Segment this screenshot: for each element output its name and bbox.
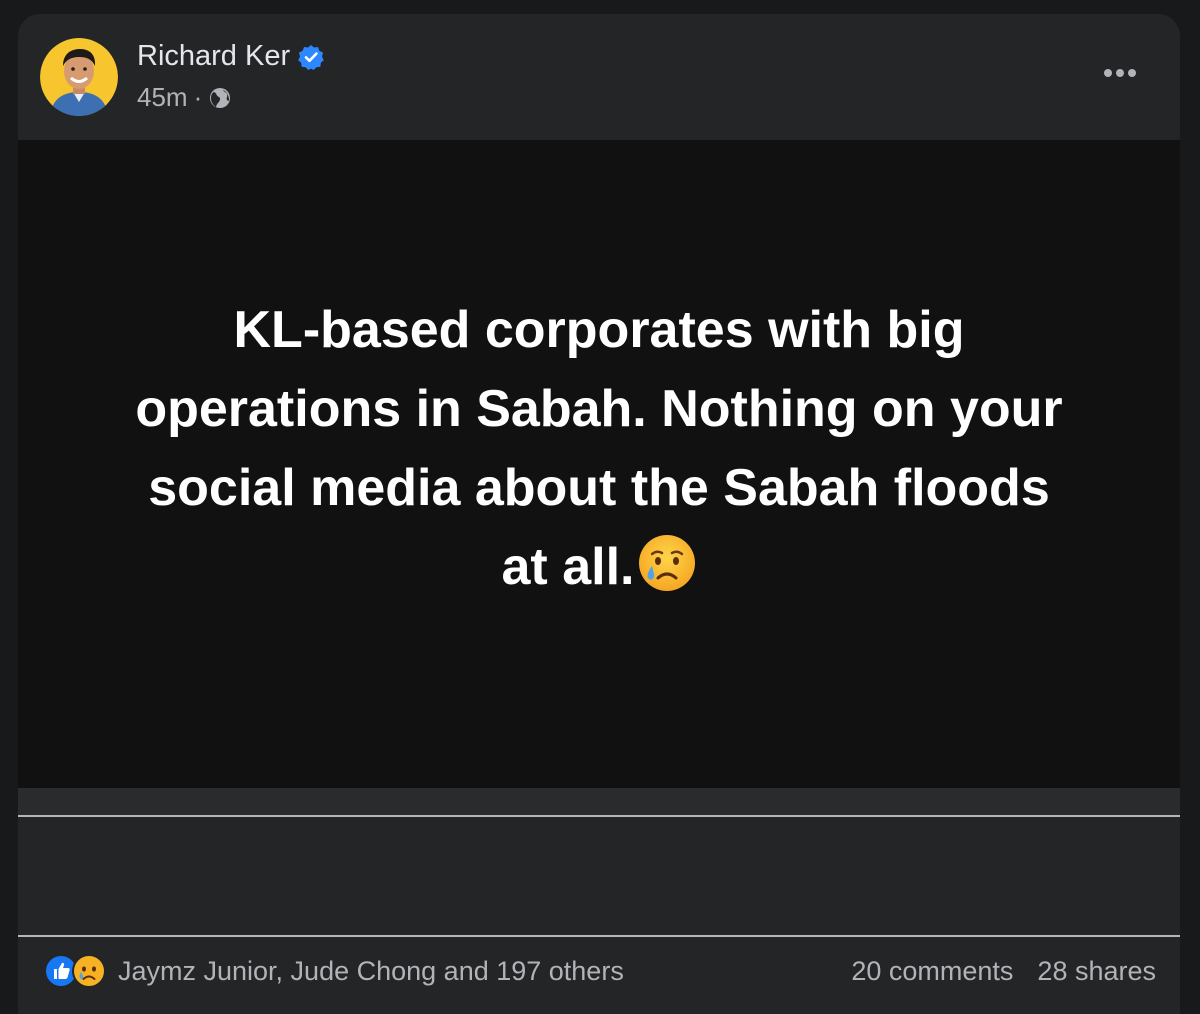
post-footer: Jaymz Junior, Jude Chong and 197 others … [18,937,1180,1007]
engagement-counts: 20 comments 28 shares [851,956,1156,987]
post-text-line: operations in Sabah. Nothing on your [135,380,1063,438]
author-row: Richard Ker [137,40,324,73]
more-dots-icon [1104,69,1136,77]
post-text: KL-based corporates with big operations … [79,291,1119,607]
crying-face-emoji-icon [638,534,696,592]
post-bottom-strip [18,788,1180,816]
verified-badge-icon [298,44,324,70]
globe-icon[interactable] [208,86,232,110]
post-meta: 45m · [137,82,232,113]
post-text-line: social media about the Sabah floods [148,459,1050,517]
reaction-names: Jaymz Junior, Jude Chong and 197 others [118,955,624,986]
reactions-summary[interactable]: Jaymz Junior, Jude Chong and 197 others [44,954,624,988]
meta-separator: · [193,82,203,112]
avatar[interactable] [40,38,118,116]
post-text-line: at all. [501,538,635,596]
post-text-line: KL-based corporates with big [233,301,965,359]
post-timestamp[interactable]: 45m [137,82,188,113]
more-options-button[interactable] [1098,58,1142,88]
post-header: Richard Ker 45m · [18,14,1180,140]
comments-count[interactable]: 20 comments [851,956,1013,987]
post-card: Richard Ker 45m · KL-based corporates wi… [18,14,1180,1014]
post-text-background[interactable]: KL-based corporates with big operations … [18,140,1180,788]
link-preview-area[interactable] [18,817,1180,935]
shares-count[interactable]: 28 shares [1037,956,1156,987]
author-name[interactable]: Richard Ker [137,40,290,73]
sad-icon [72,954,106,988]
avatar-image [40,38,118,116]
